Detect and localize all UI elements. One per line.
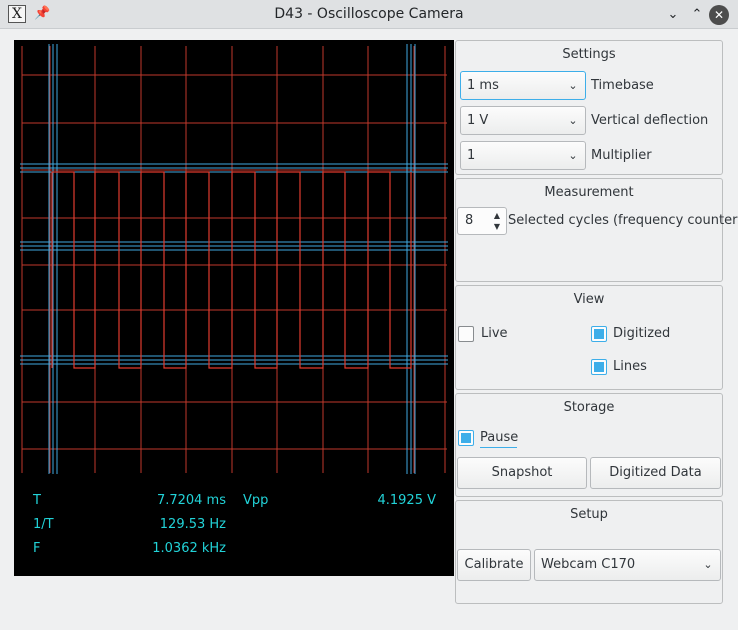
cycles-label: Selected cycles (frequency counter) xyxy=(508,213,738,228)
vpp-label: Vpp xyxy=(243,493,269,508)
vertical-deflection-label: Vertical deflection xyxy=(591,113,709,128)
pause-label[interactable]: Pause xyxy=(480,430,518,445)
title-bar: X 📌 D43 - Oscilloscope Camera ⌄ ⌃ ✕ xyxy=(0,0,738,29)
spin-arrows-icon[interactable]: ▲ ▼ xyxy=(491,210,503,232)
vpp-value: 4.1925 V xyxy=(377,493,436,508)
timebase-label: Timebase xyxy=(591,78,654,93)
live-checkbox[interactable] xyxy=(458,326,474,342)
multiplier-label: Multiplier xyxy=(591,148,652,163)
chevron-down-icon: ⌄ xyxy=(703,558,713,571)
timebase-select[interactable]: 1 ms ⌄ xyxy=(460,71,586,100)
storage-title: Storage xyxy=(563,400,615,415)
chevron-down-icon: ⌄ xyxy=(568,79,578,92)
pause-checkbox[interactable] xyxy=(458,430,474,446)
snapshot-button[interactable]: Snapshot xyxy=(457,457,587,489)
f-value: 1.0362 kHz xyxy=(152,541,226,556)
inv-t-label: 1/T xyxy=(33,517,54,532)
vertical-deflection-value: 1 V xyxy=(467,113,489,128)
minimize-icon[interactable]: ⌄ xyxy=(663,5,683,25)
view-title: View xyxy=(573,292,605,307)
digitized-label[interactable]: Digitized xyxy=(613,326,670,341)
digitized-data-button[interactable]: Digitized Data xyxy=(590,457,721,489)
cycles-value: 8 xyxy=(465,213,474,228)
signal-trace xyxy=(51,171,412,369)
cycles-spinbox[interactable]: 8 ▲ ▼ xyxy=(457,207,507,235)
vertical-deflection-select[interactable]: 1 V ⌄ xyxy=(460,106,586,135)
multiplier-select[interactable]: 1 ⌄ xyxy=(460,141,586,170)
setup-title: Setup xyxy=(570,507,608,522)
window-title: D43 - Oscilloscope Camera xyxy=(274,6,464,22)
measurement-title: Measurement xyxy=(544,185,634,200)
timebase-value: 1 ms xyxy=(467,78,499,93)
inv-t-value: 129.53 Hz xyxy=(159,517,226,532)
focus-underline xyxy=(480,447,517,448)
camera-select[interactable]: Webcam C170 ⌄ xyxy=(534,549,721,581)
maximize-icon[interactable]: ⌃ xyxy=(687,5,707,25)
digitized-checkbox[interactable] xyxy=(591,326,607,342)
live-label[interactable]: Live xyxy=(481,326,508,341)
lines-label[interactable]: Lines xyxy=(613,359,647,374)
t-label: T xyxy=(33,493,41,508)
camera-value: Webcam C170 xyxy=(541,557,636,572)
settings-title: Settings xyxy=(562,47,616,62)
chevron-down-icon: ⌄ xyxy=(568,149,578,162)
lines-checkbox[interactable] xyxy=(591,359,607,375)
f-label: F xyxy=(33,541,41,556)
calibrate-button[interactable]: Calibrate xyxy=(457,549,531,581)
t-value: 7.7204 ms xyxy=(156,493,226,508)
close-icon[interactable]: ✕ xyxy=(709,5,729,25)
multiplier-value: 1 xyxy=(467,148,476,163)
chevron-down-icon: ⌄ xyxy=(568,114,578,127)
oscilloscope-display: T 7.7204 ms Vpp 4.1925 V 1/T 129.53 Hz F… xyxy=(14,40,454,576)
